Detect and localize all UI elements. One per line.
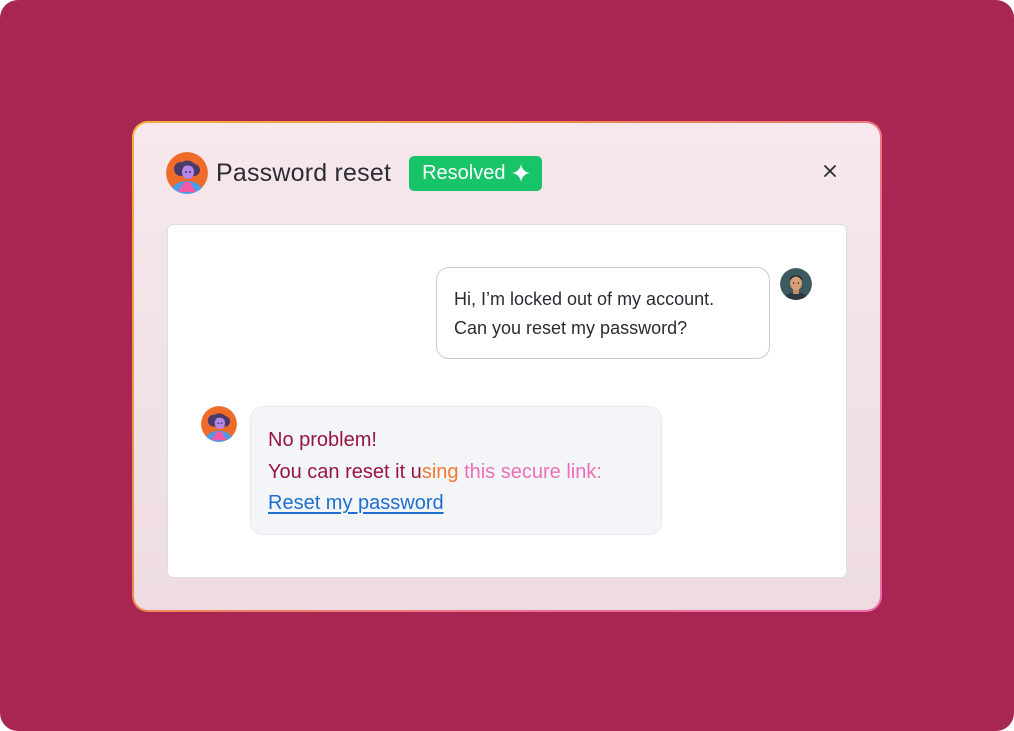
agent-message-line: Reset my password	[268, 488, 645, 520]
agent-avatar	[166, 152, 208, 194]
agent-avatar-container	[201, 406, 237, 442]
user-message-line: Can you reset my password?	[454, 318, 688, 338]
agent-message-line: You can reset it using this secure link:	[268, 457, 645, 489]
user-avatar	[780, 268, 812, 300]
agent-message-text: sing	[421, 460, 465, 483]
ticket-window: Password reset Resolved Hi, I’m locked o…	[132, 121, 882, 612]
agent-message-text: this secure link:	[464, 460, 602, 483]
page-title: Password reset	[216, 158, 392, 187]
agent-avatar	[201, 406, 237, 442]
conversation-panel: Hi, I’m locked out of my account. Can yo…	[167, 224, 847, 578]
user-message-line: Hi, I’m locked out of my account.	[454, 289, 715, 309]
sparkle-icon	[512, 164, 531, 182]
agent-avatar-icon	[201, 406, 237, 442]
status-badge-label: Resolved	[422, 161, 506, 184]
user-avatar-icon	[780, 268, 812, 300]
close-icon	[824, 165, 836, 177]
agent-message-line: No problem!	[268, 429, 377, 451]
agent-message-text: You can reset it u	[268, 460, 422, 483]
close-button[interactable]	[818, 159, 842, 183]
agent-avatar-icon	[166, 152, 208, 194]
ticket-header: Password reset Resolved	[166, 151, 543, 195]
agent-message-bubble: No problem! You can reset it using this …	[250, 406, 662, 535]
user-message-bubble: Hi, I’m locked out of my account. Can yo…	[436, 267, 770, 359]
user-avatar-container	[780, 268, 812, 300]
reset-password-link[interactable]: Reset my password	[268, 492, 444, 514]
status-badge: Resolved	[409, 155, 543, 191]
ticket-panel: Password reset Resolved Hi, I’m locked o…	[134, 123, 880, 610]
